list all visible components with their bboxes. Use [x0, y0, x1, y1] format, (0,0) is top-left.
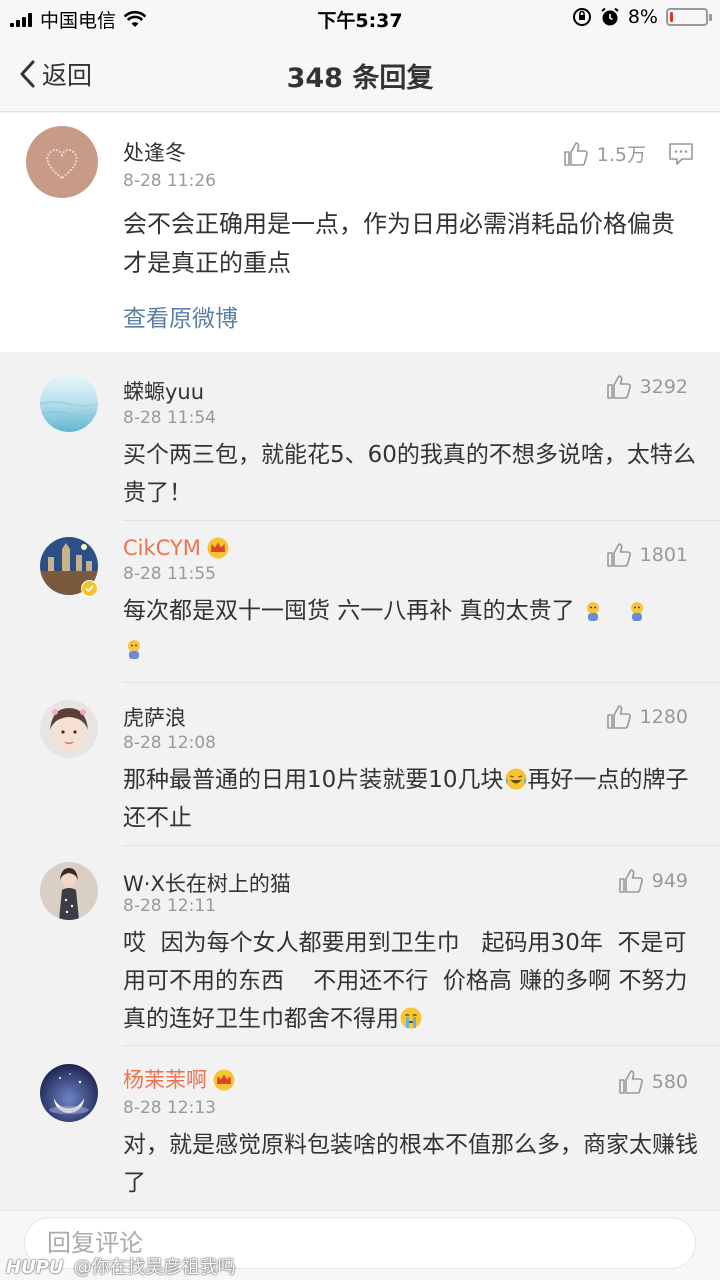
- thumbs-up-icon: [563, 141, 588, 166]
- avatar[interactable]: [40, 862, 98, 920]
- verified-badge-icon: [81, 580, 98, 597]
- divider: [123, 845, 720, 846]
- avatar[interactable]: [40, 1064, 98, 1122]
- like-button[interactable]: 1280: [606, 704, 688, 730]
- like-button[interactable]: 1.5万: [563, 140, 646, 167]
- status-bar: 中国电信 下午5:37 8%: [0, 0, 720, 36]
- avatar[interactable]: [40, 700, 98, 758]
- vip-crown-icon: [213, 1069, 235, 1091]
- main-comment: 处逢冬 8-28 11:26 1.5万 会不会正确用是一点，作为日用必需消耗品价…: [0, 113, 720, 352]
- divider: [123, 682, 720, 683]
- nav-bar: 返回 348 条回复: [0, 36, 720, 112]
- comment-time: 8-28 11:26: [123, 171, 216, 191]
- username[interactable]: 杨茉茉啊: [123, 1064, 237, 1094]
- comment-text: 对，就是感觉原料包装啥的根本不值那么多，商家太赚钱了: [123, 1132, 698, 1196]
- comment-text: 每次都是双十一囤货 六一八再补 真的太贵了: [123, 592, 698, 668]
- thumbs-up-icon: [606, 543, 631, 567]
- username[interactable]: 虎萨浪: [123, 702, 186, 732]
- laughing-crying-emoji-icon: [505, 768, 527, 790]
- avatar[interactable]: [26, 126, 98, 198]
- comment-time: 8-28 11:55: [123, 564, 216, 584]
- sad-emoji-icon: [630, 602, 643, 621]
- watermark: HUPU @你在找吴彦祖我吗: [6, 1253, 236, 1279]
- like-button[interactable]: 949: [618, 868, 688, 894]
- comment-text: 那种最普通的日用10片装就要10几块 再好一点的牌子还不止: [123, 767, 689, 831]
- thumbs-up-icon: [606, 375, 631, 399]
- like-button[interactable]: 1801: [606, 542, 688, 568]
- watermark-brand: HUPU: [6, 1257, 64, 1278]
- thumbs-up-icon: [606, 705, 631, 729]
- username[interactable]: 处逢冬: [123, 137, 186, 167]
- reply-list: 蝾螈yuu 3292 8-28 11:54 买个两三包，就能花5、60的我真的不…: [0, 352, 720, 1210]
- battery-icon: [666, 8, 712, 26]
- comment-time: 8-28 12:13: [123, 1098, 216, 1118]
- thumbs-up-icon: [618, 1070, 643, 1094]
- comment-text: 买个两三包，就能花5、60的我真的不想多说啥，太特么贵了！: [123, 442, 696, 506]
- like-count: 1280: [639, 706, 688, 728]
- comment-icon[interactable]: [668, 141, 694, 167]
- sad-emoji-icon: [586, 602, 599, 621]
- username[interactable]: 蝾螈yuu: [123, 376, 204, 406]
- sad-emoji-icon: [128, 640, 140, 659]
- thumbs-up-icon: [618, 869, 643, 893]
- comment-time: 8-28 12:08: [123, 733, 216, 753]
- username[interactable]: W·X长在树上的猫: [123, 868, 291, 898]
- like-count: 3292: [639, 376, 688, 398]
- like-button[interactable]: 580: [618, 1069, 688, 1095]
- comment-time: 8-28 12:11: [123, 896, 216, 916]
- vip-crown-icon: [207, 537, 229, 559]
- like-count: 580: [651, 1071, 688, 1093]
- avatar[interactable]: [40, 374, 98, 432]
- like-count: 949: [651, 870, 688, 892]
- crying-emoji-icon: [400, 1007, 422, 1029]
- comment-time: 8-28 11:54: [123, 408, 216, 428]
- like-count: 1801: [639, 544, 688, 566]
- like-button[interactable]: 3292: [606, 374, 688, 400]
- watermark-text: @你在找吴彦祖我吗: [73, 1257, 236, 1278]
- comment-text: 哎 因为每个女人都要用到卫生巾 起码用30年 不是可用可不用的东西 不用还不行 …: [123, 930, 688, 1032]
- divider: [123, 1045, 720, 1046]
- page-title: 348 条回复: [286, 63, 434, 94]
- view-original-link[interactable]: 查看原微博: [123, 299, 238, 333]
- alarm-icon: [601, 7, 619, 26]
- rotation-lock-icon: [572, 8, 591, 26]
- comment-text: 会不会正确用是一点，作为日用必需消耗品价格偏贵才是真正的重点: [123, 210, 675, 277]
- username[interactable]: CikCYM: [123, 536, 231, 560]
- battery-percent: 8%: [627, 6, 658, 28]
- status-right: 8%: [572, 6, 712, 28]
- battery-fill: [670, 12, 673, 22]
- like-count: 1.5万: [596, 144, 646, 166]
- divider: [123, 520, 720, 521]
